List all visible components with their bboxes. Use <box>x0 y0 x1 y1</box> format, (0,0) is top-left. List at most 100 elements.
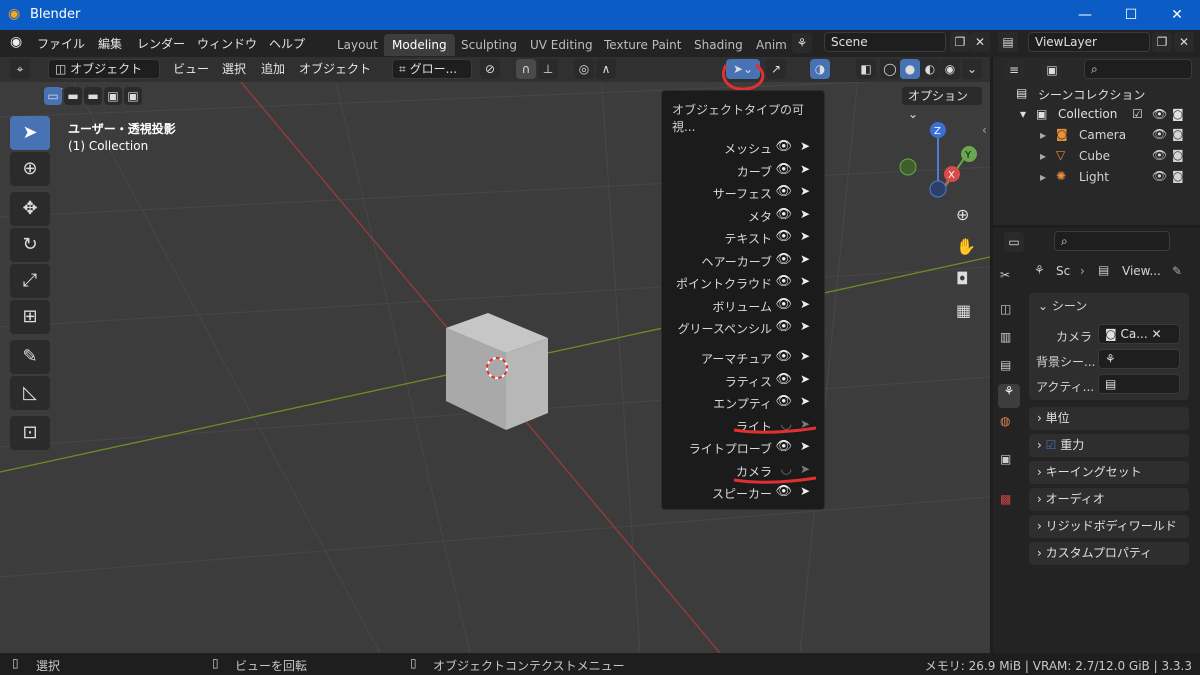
collection-camera-icon[interactable]: ◙ <box>1172 107 1184 127</box>
scene-panel-header[interactable]: ⌄ シーン <box>1038 297 1087 314</box>
snap-target-icon[interactable]: ⊥ <box>538 59 558 79</box>
editor-type-icon[interactable]: ⌖ <box>10 59 30 79</box>
tab-texture-paint[interactable]: Texture Paint <box>596 34 689 56</box>
expand-arrow-icon[interactable]: ▸ <box>1040 149 1046 163</box>
collection-label[interactable]: Collection <box>1058 107 1117 127</box>
collection-checkbox[interactable]: ☑ <box>1132 107 1143 127</box>
tab-uv-editing[interactable]: UV Editing <box>522 34 601 56</box>
xray-toggle-icon[interactable]: ◧ <box>856 59 876 79</box>
property-panel-header[interactable]: › リジッドボディワールド <box>1029 515 1189 538</box>
select-invert-icon[interactable]: ▣ <box>104 87 122 105</box>
outliner-item[interactable]: ▸ ✺ Light 👁 ◙ <box>1040 169 1195 189</box>
annotate-tool-icon[interactable]: ✎ <box>10 340 50 374</box>
render-camera-icon[interactable]: ◙ <box>1172 127 1184 141</box>
gizmo-toggle-icon[interactable]: ↗ <box>766 59 786 79</box>
eye-open-icon[interactable]: 👁 <box>775 184 792 199</box>
transform-orientation-dropdown[interactable]: ⌗ グロー... <box>392 59 472 79</box>
camera-view-icon[interactable]: ◘ <box>956 269 969 288</box>
menu-file[interactable]: ファイル <box>37 35 85 52</box>
active-clip-field[interactable]: ▤ <box>1098 374 1180 394</box>
measure-tool-icon[interactable]: ◺ <box>10 376 50 410</box>
menu-add[interactable]: 追加 <box>261 59 285 79</box>
select-new-icon[interactable]: ▭ <box>44 87 62 105</box>
collection-tab-icon[interactable]: ▣ <box>1000 452 1011 466</box>
collection-eye-icon[interactable]: 👁 <box>1152 107 1167 127</box>
render-camera-icon[interactable]: ◙ <box>1172 169 1184 183</box>
outliner-search-input[interactable]: ⌕ <box>1084 59 1192 79</box>
property-panel-header[interactable]: › オーディオ <box>1029 488 1189 511</box>
selectable-arrow-icon[interactable]: ➤ <box>800 372 810 386</box>
pan-hand-icon[interactable]: ✋ <box>956 237 976 256</box>
visibility-eye-icon[interactable]: 👁 <box>1152 148 1167 162</box>
selectable-arrow-icon[interactable]: ➤ <box>800 162 810 176</box>
property-panel-header[interactable]: › 単位 <box>1029 407 1189 430</box>
tab-layout[interactable]: Layout <box>329 34 386 56</box>
visibility-eye-icon[interactable]: 👁 <box>1152 127 1167 141</box>
eye-open-icon[interactable]: 👁 <box>775 372 792 387</box>
property-panel-header[interactable]: › キーイングセット <box>1029 461 1189 484</box>
display-mode-icon[interactable]: ▣ <box>1042 60 1062 80</box>
outliner-item[interactable]: ▸ ▽ Cube 👁 ◙ <box>1040 148 1195 168</box>
eye-open-icon[interactable]: 👁 <box>775 162 792 177</box>
property-panel-header[interactable]: › ☑ 重力 <box>1029 434 1189 457</box>
3d-viewport[interactable]: Z Y X ユーザー・透視投影 (1) Collection ⊕ ✋ ◘ ▦ ‹ <box>0 57 990 653</box>
ortho-grid-icon[interactable]: ▦ <box>956 301 971 320</box>
properties-search-input[interactable]: ⌕ <box>1054 231 1170 251</box>
selectable-arrow-icon[interactable]: ➤ <box>800 139 810 153</box>
eye-open-icon[interactable]: 👁 <box>775 274 792 289</box>
pivot-icon[interactable]: ⊘ <box>480 59 500 79</box>
scene-icon[interactable]: ⚘ <box>792 33 812 53</box>
menu-render[interactable]: レンダー <box>137 35 185 52</box>
eye-open-icon[interactable]: 👁 <box>775 229 792 244</box>
cursor-tool-icon[interactable]: ⊕ <box>10 152 50 186</box>
eye-open-icon[interactable]: 👁 <box>775 394 792 409</box>
property-panel-header[interactable]: › カスタムプロパティ <box>1029 542 1189 565</box>
eye-open-icon[interactable]: 👁 <box>775 297 792 312</box>
viewlayer-icon[interactable]: ▤ <box>998 32 1018 52</box>
eye-open-icon[interactable]: 👁 <box>775 207 792 222</box>
tab-sculpting[interactable]: Sculpting <box>453 34 525 56</box>
tab-shading[interactable]: Shading <box>686 34 751 56</box>
eye-open-icon[interactable]: 👁 <box>775 319 792 334</box>
selectable-arrow-icon[interactable]: ➤ <box>800 349 810 363</box>
minimize-button[interactable]: — <box>1062 0 1108 30</box>
texture-tab-icon[interactable]: ▩ <box>1000 492 1011 506</box>
select-subtract-icon[interactable]: ▬ <box>84 87 102 105</box>
scale-tool-icon[interactable]: ⤢ <box>10 264 50 298</box>
tab-anim[interactable]: Anim <box>748 34 795 56</box>
gravity-checkbox[interactable]: ☑ <box>1046 438 1057 452</box>
selectable-arrow-icon[interactable]: ➤ <box>800 252 810 266</box>
menu-edit[interactable]: 編集 <box>98 35 122 52</box>
select-intersect-icon[interactable]: ▣ <box>124 87 142 105</box>
proportional-edit-icon[interactable]: ◎ <box>574 59 594 79</box>
sidebar-toggle-icon[interactable]: ‹ <box>982 123 987 137</box>
new-viewlayer-icon[interactable]: ❐ <box>1152 32 1172 52</box>
pin-icon[interactable]: ✎ <box>1172 264 1182 278</box>
solid-shading-icon[interactable]: ● <box>900 59 920 79</box>
viewlayer-tab-icon[interactable]: ▤ <box>1000 358 1011 372</box>
close-button[interactable]: ✕ <box>1154 0 1200 30</box>
selectable-arrow-icon[interactable]: ➤ <box>800 274 810 288</box>
rotate-tool-icon[interactable]: ↻ <box>10 228 50 262</box>
selectable-arrow-icon[interactable]: ➤ <box>800 207 810 221</box>
transform-tool-icon[interactable]: ⊞ <box>10 300 50 334</box>
options-dropdown[interactable]: オプション ⌄ <box>901 86 983 121</box>
selectable-arrow-icon[interactable]: ➤ <box>800 394 810 408</box>
selectable-arrow-icon[interactable]: ➤ <box>800 184 810 198</box>
outliner-item[interactable]: ▸ ◙ Camera 👁 ◙ <box>1040 127 1195 147</box>
mode-dropdown[interactable]: ◫ オブジェクト ⌄ <box>48 59 160 94</box>
menu-help[interactable]: ヘルプ <box>269 35 305 52</box>
background-scene-field[interactable]: ⚘ <box>1098 349 1180 369</box>
tab-modeling[interactable]: Modeling <box>384 34 455 56</box>
remove-scene-icon[interactable]: ✕ <box>970 32 990 52</box>
maximize-button[interactable]: ☐ <box>1108 0 1154 30</box>
falloff-curve-icon[interactable]: ∧ <box>596 59 616 79</box>
scene-tab-icon[interactable]: ⚘ <box>998 384 1020 408</box>
zoom-icon[interactable]: ⊕ <box>956 205 969 224</box>
world-tab-icon[interactable]: ◍ <box>1000 414 1010 428</box>
selection-mode-icons[interactable]: ▭ ▬ ▬ ▣ ▣ <box>44 87 142 105</box>
blender-menu-icon[interactable]: ◉ <box>10 34 22 50</box>
menu-select[interactable]: 選択 <box>222 59 246 79</box>
add-cube-tool-icon[interactable]: ⊡ <box>10 416 50 450</box>
select-extend-icon[interactable]: ▬ <box>64 87 82 105</box>
